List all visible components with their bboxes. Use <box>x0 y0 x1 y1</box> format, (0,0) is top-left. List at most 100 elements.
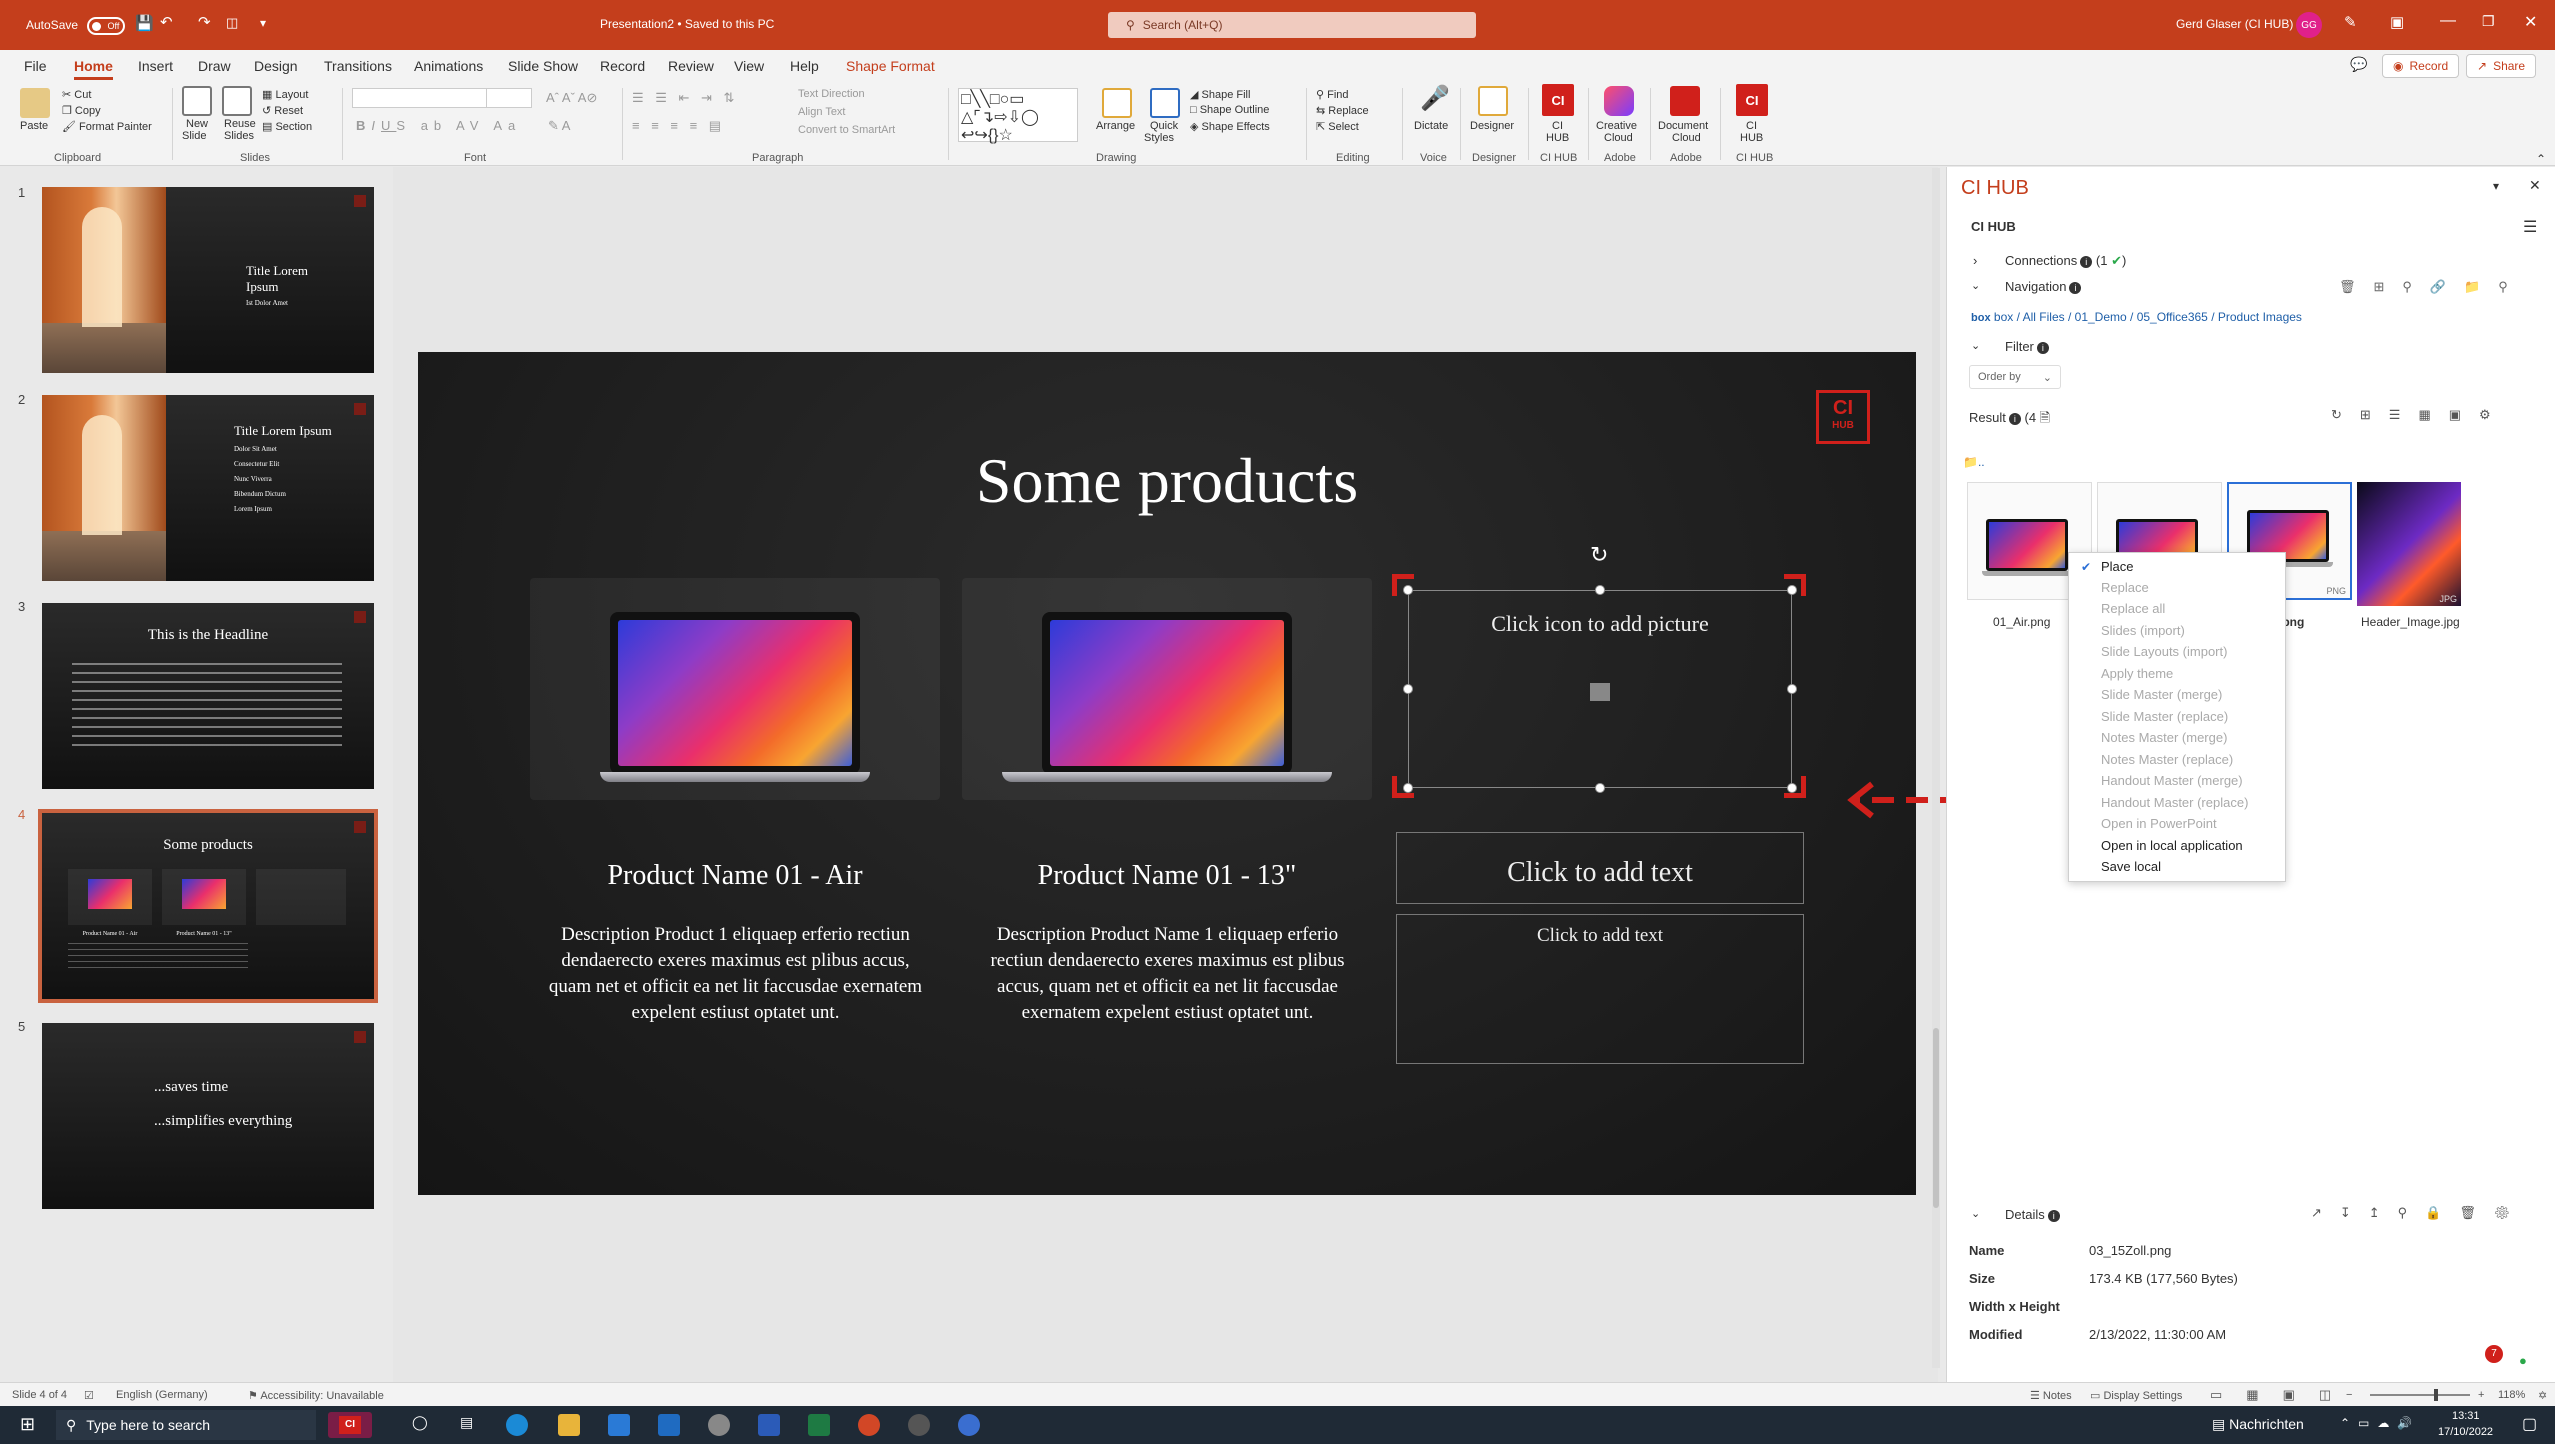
select-button[interactable]: ⇱ Select <box>1316 120 1359 133</box>
resize-handle[interactable] <box>1595 783 1605 793</box>
display-settings-button[interactable]: ▭ Display Settings <box>2090 1389 2182 1402</box>
resize-handle[interactable] <box>1595 585 1605 595</box>
cihub-icon[interactable]: CI <box>1542 84 1574 116</box>
text-placeholder-title[interactable]: Click to add text <box>1396 832 1804 904</box>
breadcrumb-item[interactable]: box <box>1994 310 2013 324</box>
store-icon[interactable] <box>608 1414 630 1436</box>
tab-slide-show[interactable]: Slide Show <box>508 58 578 74</box>
widgets-icon[interactable]: ▤ <box>460 1414 473 1431</box>
close-icon[interactable]: ✕ <box>2524 12 2537 32</box>
tab-design[interactable]: Design <box>254 58 298 74</box>
slide-thumbnail-3[interactable]: This is the Headline <box>42 603 374 789</box>
creative-cloud-button[interactable]: Creative <box>1596 120 1637 132</box>
autosave-toggle[interactable]: Off <box>87 17 126 35</box>
zoom-level[interactable]: 118% <box>2498 1389 2525 1401</box>
list-buttons[interactable]: ☰ ☰ ⇤ ⇥ ⇅ <box>632 90 738 106</box>
breadcrumb-item[interactable]: 01_Demo <box>2075 310 2127 324</box>
reuse-slides-button[interactable]: Reuse <box>224 118 256 130</box>
breadcrumb-item[interactable]: 05_Office365 <box>2137 310 2208 324</box>
news-widget[interactable]: ▤ Nachrichten <box>2212 1416 2304 1433</box>
menu-item-replace[interactable]: Replace <box>2101 580 2149 595</box>
shape-effects-button[interactable]: ◈ Shape Effects <box>1190 120 1270 133</box>
result-toolbar[interactable]: ↻⊞☰▦▣⚙ <box>2331 407 2509 423</box>
connections-label[interactable]: Connections i (1 ✔) <box>2005 253 2126 269</box>
slide-thumbnail-4[interactable]: Some products Product Name 01 - Air Prod… <box>38 809 378 1003</box>
format-painter-button[interactable]: 🖌 Format Painter <box>62 120 152 133</box>
breadcrumb-item[interactable]: Product Images <box>2218 310 2302 324</box>
navigation-toolbar[interactable]: 🗑⊞⚲🔗📁⚲ <box>2339 279 2526 295</box>
align-buttons[interactable]: ≡ ≡ ≡ ≡ ▤ <box>632 118 725 134</box>
menu-item-slide-master-merge[interactable]: Slide Master (merge) <box>2101 687 2222 702</box>
slide-thumbnail-5[interactable]: ...saves time ...simplifies everything <box>42 1023 374 1209</box>
excel-icon[interactable] <box>808 1414 830 1436</box>
tab-review[interactable]: Review <box>668 58 714 74</box>
zoom-out-icon[interactable]: − <box>2346 1389 2352 1401</box>
designer-button[interactable]: Designer <box>1470 120 1514 132</box>
redo-icon[interactable]: ↷ <box>198 13 211 31</box>
font-style-buttons[interactable]: BIUS ab AV Aa <box>356 118 521 133</box>
cihub-icon-2[interactable]: CI <box>1736 84 1768 116</box>
slide-thumbnail-1[interactable]: Title Lorem Ipsum Ist Dolor Amet <box>42 187 374 373</box>
tab-transitions[interactable]: Transitions <box>324 58 392 74</box>
quick-styles-icon[interactable] <box>1150 88 1180 118</box>
system-tray-icons[interactable]: ⌃▭☁🔊 <box>2340 1416 2420 1430</box>
menu-item-replace-all[interactable]: Replace all <box>2101 601 2165 616</box>
clock-date[interactable]: 17/10/2022 <box>2438 1426 2493 1438</box>
tab-record[interactable]: Record <box>600 58 645 74</box>
tab-view[interactable]: View <box>734 58 764 74</box>
menu-item-handout-master-replace[interactable]: Handout Master (replace) <box>2101 795 2248 810</box>
product-name[interactable]: Product Name 01 - Air <box>530 860 940 892</box>
new-slide-icon[interactable] <box>182 86 212 116</box>
chrome-icon[interactable] <box>908 1414 930 1436</box>
creative-cloud-icon[interactable] <box>1604 86 1634 116</box>
text-direction-button[interactable]: Text Direction <box>798 88 865 100</box>
align-text-button[interactable]: Align Text <box>798 106 846 118</box>
menu-item-notes-master-replace[interactable]: Notes Master (replace) <box>2101 752 2233 767</box>
save-icon[interactable]: 💾 <box>135 14 154 32</box>
tab-file[interactable]: File <box>24 58 47 74</box>
paste-icon[interactable] <box>20 88 50 118</box>
view-buttons[interactable]: ▭▦▣◫ <box>2210 1387 2355 1403</box>
order-by-select[interactable]: Order by ⌄ <box>1969 365 2061 389</box>
minimize-icon[interactable]: — <box>2440 12 2456 30</box>
resize-handle[interactable] <box>1787 684 1797 694</box>
taskbar-search[interactable]: ⚲ Type here to search <box>56 1410 316 1440</box>
task-view-icon[interactable]: ◯ <box>412 1414 428 1431</box>
menu-item-save-local[interactable]: Save local <box>2101 859 2161 874</box>
file-explorer-icon[interactable] <box>558 1414 580 1436</box>
collapse-ribbon-icon[interactable]: ⌃ <box>2536 152 2546 166</box>
spellcheck-icon[interactable]: ☑ <box>84 1389 94 1402</box>
breadcrumb-item[interactable]: All Files <box>2023 310 2065 324</box>
new-slide-button[interactable]: New <box>186 118 208 130</box>
pen-icon[interactable]: ✎ <box>2344 13 2357 31</box>
customize-toolbar-icon[interactable]: ▾ <box>260 16 266 30</box>
menu-item-handout-master-merge[interactable]: Handout Master (merge) <box>2101 773 2243 788</box>
slide-canvas[interactable]: Some products CI HUB Product Name 01 - A… <box>418 352 1916 1195</box>
edge-icon[interactable] <box>506 1414 528 1436</box>
cihub-taskbar-icon[interactable]: CI <box>328 1412 372 1438</box>
microphone-icon[interactable]: 🎤 <box>1420 84 1450 113</box>
cut-button[interactable]: ✂ Cut <box>62 88 91 101</box>
layout-button[interactable]: ▦ Layout <box>262 88 308 101</box>
product-name[interactable]: Product Name 01 - 13" <box>962 860 1372 892</box>
app-icon[interactable] <box>708 1414 730 1436</box>
section-button[interactable]: ▤ Section <box>262 120 312 133</box>
cihub-button-2[interactable]: CI <box>1746 120 1757 132</box>
user-name[interactable]: Gerd Glaser (CI HUB) <box>2176 17 2293 31</box>
zoom-in-icon[interactable]: + <box>2478 1389 2484 1401</box>
tab-insert[interactable]: Insert <box>138 58 173 74</box>
comments-icon[interactable]: 💬 <box>2350 56 2367 73</box>
accessibility-status[interactable]: ⚑ Accessibility: Unavailable <box>248 1389 384 1402</box>
menu-item-place[interactable]: Place <box>2101 559 2134 574</box>
clock-time[interactable]: 13:31 <box>2452 1410 2480 1422</box>
chevron-right-icon[interactable]: › <box>1973 253 1977 268</box>
reset-button[interactable]: ↺ Reset <box>262 104 303 117</box>
record-button[interactable]: ◉ Record <box>2382 54 2460 78</box>
powerpoint-icon[interactable] <box>858 1414 880 1436</box>
avatar[interactable]: GG <box>2296 12 2322 38</box>
language-indicator[interactable]: English (Germany) <box>116 1389 208 1401</box>
menu-item-slide-master-replace[interactable]: Slide Master (replace) <box>2101 709 2228 724</box>
fit-to-window-icon[interactable]: ✡ <box>2538 1389 2547 1402</box>
user-status-icon[interactable]: ● <box>2519 1353 2527 1368</box>
pane-options-icon[interactable]: ▾ <box>2493 179 2499 193</box>
